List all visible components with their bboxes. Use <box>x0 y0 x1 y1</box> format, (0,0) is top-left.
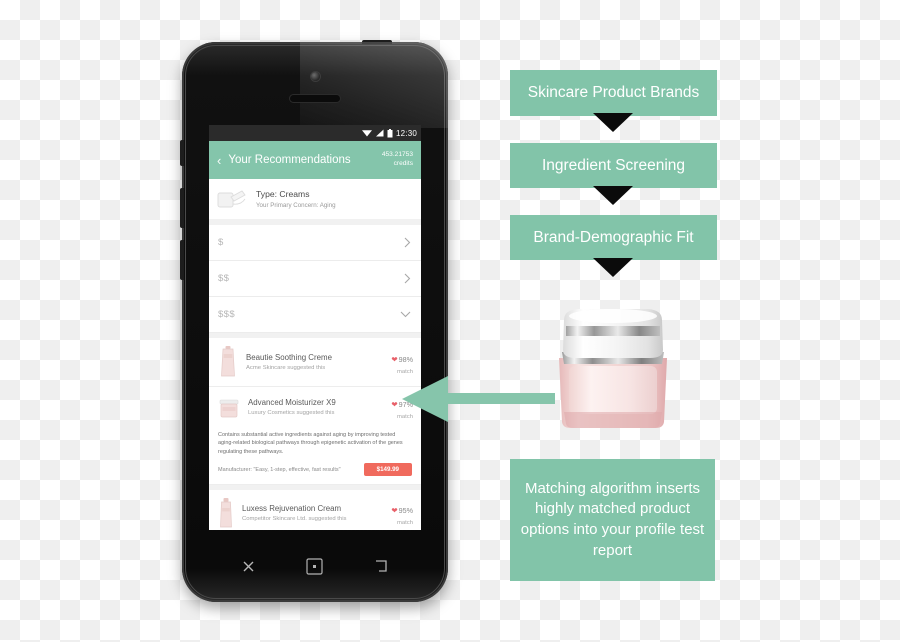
chevron-down-icon <box>400 311 411 318</box>
pink-cream-jar-photo <box>559 309 667 428</box>
product-suggested-by: Acme Skincare suggested this <box>246 365 326 371</box>
pink-jar-icon <box>219 399 239 418</box>
signal-icon <box>375 129 384 137</box>
product-description: Contains substantial active ingredients … <box>218 432 403 455</box>
flow-arrow-down-icon <box>593 258 633 277</box>
match-score: ❤95% match <box>391 500 413 526</box>
chevron-right-icon <box>404 273 411 284</box>
phone-side-button-mute[interactable] <box>180 140 184 166</box>
flow-step-skincare-product-brands: Skincare Product Brands <box>510 70 717 116</box>
match-percent: 95% <box>398 506 413 516</box>
screen-glare <box>300 42 448 128</box>
app-bar: ‹ Your Recommendations 453.21753 credits <box>209 141 421 179</box>
chevron-right-icon <box>404 237 411 248</box>
status-bar-clock: 12:30 <box>395 128 417 138</box>
price-filter-label: $$$ <box>218 309 236 320</box>
flow-caption-text: Matching algorithm inserts highly matche… <box>520 479 705 559</box>
back-button[interactable] <box>242 560 255 573</box>
type-summary-row[interactable]: Type: Creams Your Primary Concern: Aging <box>209 179 421 225</box>
price-filter-row-3[interactable]: $$$ <box>209 297 421 333</box>
page-title: Your Recommendations <box>228 154 351 166</box>
flow-step-label: Brand-Demographic Fit <box>533 228 694 246</box>
pink-tube-icon <box>221 346 235 377</box>
smartphone-mockup: 12:30 ‹ Your Recommendations 453.21753 c… <box>180 40 448 602</box>
heart-icon: ❤ <box>391 400 398 409</box>
phone-screen: 12:30 ‹ Your Recommendations 453.21753 c… <box>209 125 421 530</box>
earpiece-speaker <box>290 95 340 102</box>
price-filter-row-1[interactable]: $ <box>209 225 421 261</box>
phone-volume-down-button[interactable] <box>180 240 184 280</box>
flow-arrow-down-icon <box>593 113 633 132</box>
phone-navigation-bar <box>182 530 448 602</box>
match-score: ❤98% match <box>391 349 413 375</box>
match-percent: 98% <box>398 355 413 364</box>
list-item[interactable]: Luxess Rejuvenation Cream Competitor Ski… <box>209 490 421 530</box>
flow-arrow-down-icon <box>593 186 633 205</box>
battery-icon <box>387 128 393 137</box>
back-chevron-icon[interactable]: ‹ <box>217 154 228 167</box>
product-name: Luxess Rejuvenation Cream <box>242 504 342 514</box>
flow-step-brand-demographic-fit: Brand-Demographic Fit <box>510 215 717 260</box>
status-bar: 12:30 <box>209 125 421 141</box>
heart-icon: ❤ <box>391 355 398 364</box>
price-filter-label: $ <box>218 237 224 248</box>
phone-volume-up-button[interactable] <box>180 188 184 228</box>
pink-bottle-icon <box>220 498 232 528</box>
product-name: Advanced Moisturizer X9 <box>248 398 336 407</box>
flow-caption-box: Matching algorithm inserts highly matche… <box>510 459 715 581</box>
price-filter-row-2[interactable]: $$ <box>209 261 421 297</box>
wifi-icon <box>361 130 372 137</box>
front-camera-icon <box>311 72 320 81</box>
product-suggested-by: Luxury Cosmetics suggested this <box>248 410 335 416</box>
type-secondary-text: Your Primary Concern: Aging <box>256 202 336 209</box>
price-badge[interactable]: $149.99 <box>363 463 412 477</box>
home-button[interactable] <box>306 557 323 575</box>
list-item[interactable]: Beautie Soothing Creme Acme Skincare sug… <box>209 338 421 387</box>
heart-icon: ❤ <box>391 506 398 516</box>
recents-button[interactable] <box>374 559 388 573</box>
credits-amount: 453.21753 <box>381 151 413 159</box>
price-filter-label: $$ <box>218 273 230 284</box>
manufacturer-quote: Manufacturer: "Easy, 1-step, effective, … <box>218 466 341 473</box>
type-primary-text: Type: Creams <box>256 189 310 199</box>
left-arrow-to-phone <box>402 376 555 422</box>
product-suggested-by: Competitor Skincare Ltd. suggested this <box>242 516 347 523</box>
product-name: Beautie Soothing Creme <box>246 353 332 362</box>
match-label: match <box>396 520 413 527</box>
flow-step-label: Ingredient Screening <box>541 156 686 174</box>
list-item[interactable]: Advanced Moisturizer X9 Luxury Cosmetics… <box>209 387 421 427</box>
product-details-panel: Contains substantial active ingredients … <box>209 427 421 486</box>
cream-jar-icon <box>217 190 246 208</box>
credits-label: credits <box>393 160 413 167</box>
phone-top-bezel <box>182 42 448 128</box>
flow-step-ingredient-screening: Ingredient Screening <box>510 143 717 188</box>
flow-step-label: Skincare Product Brands <box>527 84 700 101</box>
credits-balance: 453.21753 credits <box>382 151 413 169</box>
